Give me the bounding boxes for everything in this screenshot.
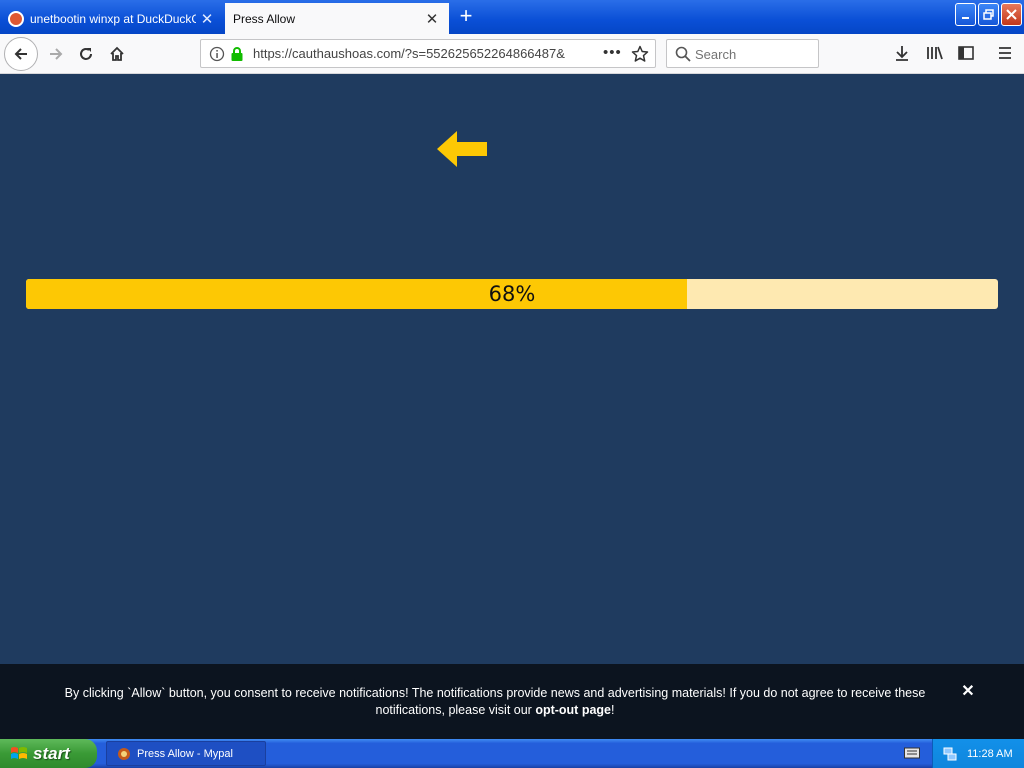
restore-icon [982, 8, 994, 20]
consent-text: By clicking `Allow` button, you consent … [64, 686, 926, 717]
duckduckgo-icon [8, 10, 24, 27]
library-button[interactable] [924, 42, 946, 64]
download-icon [896, 46, 908, 61]
tab-label: Press Allow [233, 11, 296, 26]
search-icon [675, 46, 691, 67]
tab-press-allow[interactable]: Press Allow ✕ [225, 3, 449, 34]
url-text[interactable]: https://cauthaushoas.com/?s=552625652264… [253, 46, 571, 61]
page-actions-icon[interactable]: ••• [603, 44, 622, 61]
home-icon [110, 46, 124, 61]
sidebar-icon [958, 46, 974, 60]
forward-arrow-icon [50, 48, 63, 60]
url-bar[interactable]: https://cauthaushoas.com/?s=552625652264… [200, 39, 656, 68]
windows-flag-icon [11, 746, 27, 759]
back-button[interactable] [4, 37, 38, 71]
tab-close-icon[interactable]: ✕ [196, 10, 218, 28]
tab-duckduckgo[interactable]: unetbootin winxp at DuckDuckGo ✕ [0, 3, 224, 34]
opt-out-link[interactable]: opt-out page [535, 703, 611, 717]
reload-icon [80, 48, 92, 60]
page-content: 68% By clicking `Allow` button, you cons… [0, 75, 1024, 739]
left-arrow-icon [437, 131, 487, 167]
home-button[interactable] [101, 38, 133, 70]
menu-button[interactable] [994, 42, 1016, 64]
keyboard-icon[interactable] [904, 747, 920, 759]
start-button[interactable]: start [0, 739, 97, 768]
back-arrow-icon [14, 48, 27, 60]
minimize-icon [961, 16, 969, 19]
search-bar[interactable] [666, 39, 819, 68]
clock[interactable]: 11:28 AM [967, 748, 1013, 760]
library-icon [927, 46, 943, 60]
system-tray: 11:28 AM [932, 739, 1024, 768]
taskbar: start Press Allow - Mypal 11:28 AM [0, 739, 1024, 768]
mypal-icon [118, 747, 130, 760]
sidebar-button[interactable] [955, 42, 977, 64]
taskbar-window-label: Press Allow - Mypal [137, 747, 233, 760]
forward-button[interactable] [40, 38, 72, 70]
search-input[interactable] [695, 45, 813, 63]
notification-consent-banner: By clicking `Allow` button, you consent … [0, 664, 1024, 739]
progress-bar: 68% [26, 279, 998, 309]
navigation-bar: https://cauthaushoas.com/?s=552625652264… [0, 34, 1024, 74]
bookmark-star-icon[interactable] [631, 45, 649, 68]
tab-close-icon[interactable]: ✕ [421, 10, 443, 28]
taskbar-window-item[interactable]: Press Allow - Mypal [106, 741, 266, 766]
restore-button[interactable] [978, 3, 999, 26]
info-icon[interactable] [209, 46, 225, 67]
new-tab-button[interactable]: + [454, 4, 478, 28]
downloads-button[interactable] [891, 42, 913, 64]
start-label: start [33, 743, 70, 763]
reload-button[interactable] [70, 38, 102, 70]
close-banner-icon[interactable]: ✕ [958, 681, 978, 701]
hamburger-menu-icon [999, 47, 1011, 59]
tab-label: unetbootin winxp at DuckDuckGo [30, 11, 196, 26]
network-icon[interactable] [943, 747, 957, 761]
minimize-button[interactable] [955, 3, 976, 26]
close-window-button[interactable] [1001, 3, 1022, 26]
progress-label: 68% [488, 282, 536, 306]
consent-text-end: ! [611, 703, 615, 717]
tab-bar: unetbootin winxp at DuckDuckGo ✕ Press A… [0, 0, 1024, 34]
lock-icon[interactable] [230, 46, 244, 67]
consent-message: By clicking `Allow` button, you consent … [30, 685, 960, 719]
close-icon [1006, 9, 1017, 20]
